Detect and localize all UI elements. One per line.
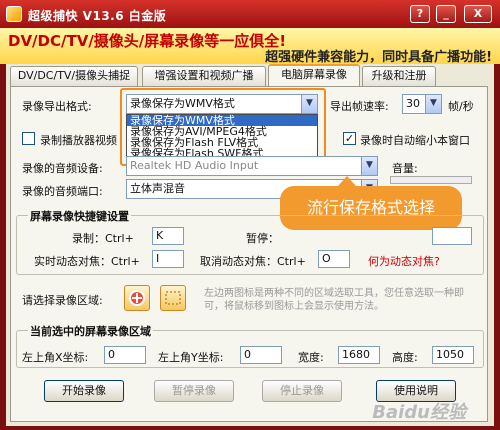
volume-label: 音量: bbox=[392, 162, 418, 175]
region-tool-drag-button[interactable] bbox=[160, 285, 186, 311]
stop-record-button[interactable]: 停止录像 bbox=[262, 380, 342, 402]
fps-select[interactable]: 30 ▼ bbox=[402, 94, 442, 114]
record-hotkey-input[interactable]: K bbox=[152, 227, 184, 245]
crosshair-icon bbox=[129, 290, 145, 306]
fps-label: 导出帧速率: bbox=[330, 100, 389, 113]
record-player-label: 录制播放器视频 bbox=[40, 134, 117, 147]
chevron-down-icon[interactable]: ▼ bbox=[361, 157, 377, 175]
current-region-title: 当前选中的屏幕录像区域 bbox=[28, 323, 153, 339]
watermark: Baidu经验 bbox=[372, 402, 466, 423]
left-y-input[interactable]: 0 bbox=[240, 346, 282, 364]
start-record-button[interactable]: 开始录像 bbox=[44, 380, 124, 402]
pause-hotkey-label: 暂停： bbox=[246, 232, 279, 245]
left-x-input[interactable]: 0 bbox=[104, 346, 146, 364]
minimize-button[interactable]: _ bbox=[436, 5, 456, 23]
help-button[interactable]: ? bbox=[410, 5, 430, 23]
width-label: 宽度: bbox=[298, 351, 324, 364]
cancel-track-hotkey-input[interactable]: O bbox=[318, 250, 350, 268]
fps-value: 30 bbox=[406, 97, 420, 110]
promo-banner: DV/DC/TV/摄像头/屏幕录像等一应俱全! 超强硬件兼容能力，同时具备广播功… bbox=[0, 28, 500, 65]
banner-headline: DV/DC/TV/摄像头/屏幕录像等一应俱全! bbox=[8, 32, 287, 50]
audio-device-value: Realtek HD Audio Input bbox=[130, 159, 259, 172]
audio-port-label: 录像的音频端口: bbox=[22, 185, 103, 198]
focus-help-link[interactable]: 何为动态对焦? bbox=[368, 253, 440, 269]
track-hotkey-label: 实时动态对焦：Ctrl+ bbox=[34, 255, 140, 268]
app-logo-icon bbox=[6, 6, 22, 22]
callout-pointer bbox=[338, 176, 356, 186]
auto-minimize-label: 录像时自动缩小本窗口 bbox=[360, 134, 470, 147]
tab-screen-record[interactable]: 电脑屏幕录像 bbox=[268, 64, 360, 87]
left-x-label: 左上角X坐标: bbox=[22, 351, 89, 364]
region-tool-target-button[interactable] bbox=[124, 285, 150, 311]
fps-unit: 帧/秒 bbox=[448, 100, 474, 113]
audio-port-value: 立体声混音 bbox=[130, 182, 185, 195]
checkmark-icon: ✓ bbox=[344, 132, 355, 145]
height-input[interactable]: 1050 bbox=[432, 346, 474, 364]
record-player-checkbox[interactable] bbox=[22, 132, 35, 145]
track-hotkey-input[interactable]: I bbox=[152, 250, 184, 268]
audio-device-label: 录像的音频设备: bbox=[22, 162, 103, 175]
tab-upgrade[interactable]: 升级和注册 bbox=[362, 66, 436, 86]
width-input[interactable]: 1680 bbox=[338, 346, 380, 364]
close-button[interactable]: X bbox=[464, 5, 492, 23]
tab-capture[interactable]: DV/DC/TV/摄像头捕捉 bbox=[10, 66, 138, 86]
pause-record-button[interactable]: 暂停录像 bbox=[154, 380, 234, 402]
hotkeys-title: 屏幕录像快捷键设置 bbox=[28, 208, 131, 224]
title-bar: 超级捕快 V13.6 白金版 ? _ X bbox=[0, 0, 500, 28]
left-y-label: 左上角Y坐标: bbox=[158, 351, 224, 364]
window-title: 超级捕快 V13.6 白金版 bbox=[28, 9, 167, 23]
tab-enhanced[interactable]: 增强设置和视频广播 bbox=[142, 66, 266, 86]
height-label: 高度: bbox=[392, 351, 418, 364]
chevron-down-icon[interactable]: ▼ bbox=[425, 95, 441, 113]
app-window: 超级捕快 V13.6 白金版 ? _ X DV/DC/TV/摄像头/屏幕录像等一… bbox=[0, 0, 500, 430]
region-hint: 左边两图标是两种不同的区域选取工具，您任意选取一种即可，将鼠标移到图标上会显示使… bbox=[204, 288, 464, 312]
volume-slider[interactable] bbox=[390, 176, 472, 184]
audio-device-select[interactable]: Realtek HD Audio Input ▼ bbox=[126, 156, 378, 176]
auto-minimize-checkbox[interactable]: ✓ bbox=[343, 132, 356, 145]
banner-subline: 超强硬件兼容能力，同时具备广播功能! bbox=[265, 50, 492, 65]
cancel-track-hotkey-label: 取消动态对焦：Ctrl+ bbox=[200, 255, 306, 268]
highlight-frame bbox=[120, 88, 326, 166]
region-label: 请选择录像区域: bbox=[22, 294, 103, 307]
export-format-label: 录像导出格式: bbox=[22, 100, 92, 113]
record-hotkey-label: 录制：Ctrl+ bbox=[72, 232, 134, 245]
selection-box-icon bbox=[165, 291, 181, 305]
pause-hotkey-input[interactable] bbox=[432, 227, 472, 245]
